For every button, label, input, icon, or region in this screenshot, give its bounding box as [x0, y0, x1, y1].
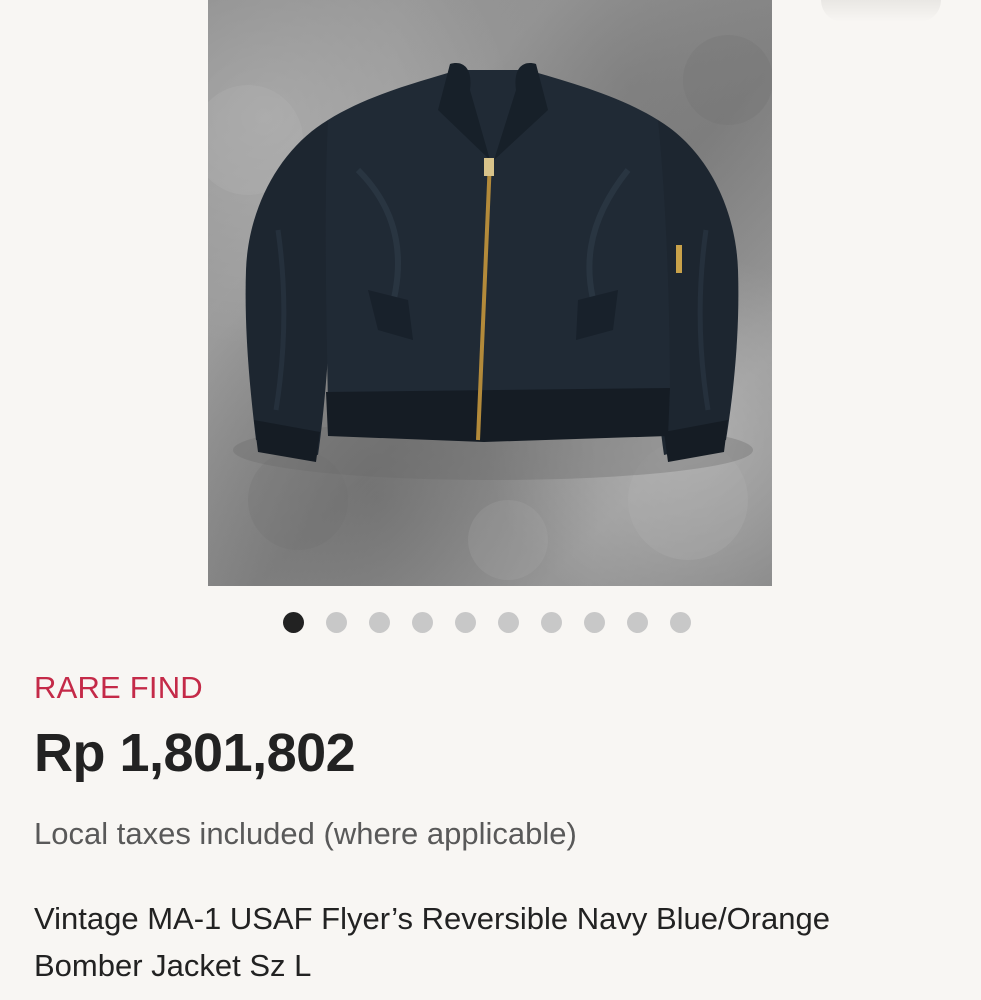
product-image[interactable] — [208, 0, 772, 586]
carousel-dot[interactable] — [670, 612, 691, 633]
carousel-dot[interactable] — [369, 612, 390, 633]
carousel-dot[interactable] — [283, 612, 304, 633]
top-shadow — [821, 0, 941, 22]
carousel-dot[interactable] — [412, 612, 433, 633]
carousel-dot[interactable] — [541, 612, 562, 633]
carousel-dot[interactable] — [498, 612, 519, 633]
carousel-dot[interactable] — [326, 612, 347, 633]
rare-find-badge: RARE FIND — [34, 670, 203, 705]
tax-note: Local taxes included (where applicable) — [34, 816, 577, 851]
carousel-dot[interactable] — [455, 612, 476, 633]
listing-page: RARE FIND Rp 1,801,802 Local taxes inclu… — [0, 0, 981, 1000]
carousel-dot[interactable] — [584, 612, 605, 633]
carousel-dot[interactable] — [627, 612, 648, 633]
product-price: Rp 1,801,802 — [34, 723, 356, 783]
carousel-dots — [283, 612, 691, 634]
product-title: Vintage MA-1 USAF Flyer’s Reversible Nav… — [34, 901, 830, 983]
bomber-jacket-photo — [208, 35, 772, 580]
